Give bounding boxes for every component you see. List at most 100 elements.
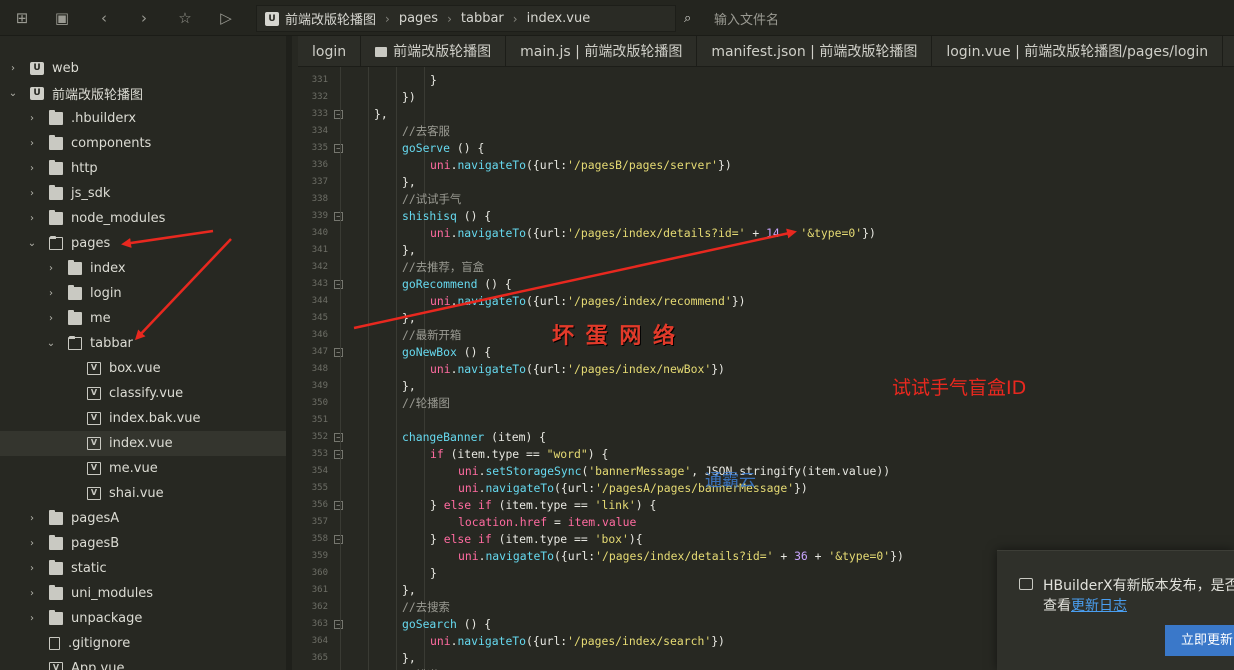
code-line[interactable]: },	[374, 106, 388, 123]
code-line[interactable]: goServe () {	[402, 140, 484, 157]
code-line[interactable]: //去推荐，盲盒	[402, 259, 484, 276]
search-input[interactable]: 输入文件名	[714, 9, 779, 28]
code-line[interactable]: },	[402, 582, 416, 599]
tree-item[interactable]: › pagesB	[0, 531, 286, 556]
chevron-right-icon[interactable]: ›	[46, 313, 56, 324]
code-line[interactable]: uni.setStorageSync('bannerMessage', JSON…	[458, 463, 890, 480]
editor-tab[interactable]: login.vue | 前端改版轮播图/pages/login	[932, 36, 1224, 66]
back-icon[interactable]: ‹	[94, 8, 114, 28]
tree-item[interactable]: › unpackage	[0, 606, 286, 631]
chevron-right-icon[interactable]: ›	[27, 563, 37, 574]
chevron-right-icon[interactable]: ›	[27, 588, 37, 599]
chevron-down-icon[interactable]: ⌄	[27, 238, 37, 249]
chevron-right-icon[interactable]: ›	[46, 263, 56, 274]
code-line[interactable]: //试试手气	[402, 191, 461, 208]
tree-item[interactable]: › uni_modules	[0, 581, 286, 606]
code-line[interactable]: //去搜索	[402, 599, 450, 616]
tree-item[interactable]: Vshai.vue	[0, 481, 286, 506]
fold-toggle-icon[interactable]: −	[334, 110, 343, 119]
breadcrumb-item[interactable]: 前端改版轮播图	[285, 9, 376, 28]
star-icon[interactable]: ☆	[175, 8, 195, 28]
tree-item[interactable]: › me	[0, 306, 286, 331]
fold-toggle-icon[interactable]: −	[334, 144, 343, 153]
chevron-down-icon[interactable]: ⌄	[8, 88, 18, 99]
code-line[interactable]: },	[402, 378, 416, 395]
fold-toggle-icon[interactable]: −	[334, 348, 343, 357]
code-line[interactable]: },	[402, 242, 416, 259]
editor-tab[interactable]: login	[298, 36, 362, 66]
tree-item[interactable]: Vindex.vue	[0, 431, 286, 456]
tree-item[interactable]: › index	[0, 256, 286, 281]
code-line[interactable]: //最新开箱	[402, 327, 461, 344]
tree-item[interactable]: ⌄ pages	[0, 231, 286, 256]
chevron-right-icon[interactable]: ›	[8, 63, 18, 74]
code-line[interactable]: location.href = item.value	[458, 514, 636, 531]
tree-item[interactable]: ⌄ U 前端改版轮播图	[0, 81, 286, 106]
code-line[interactable]: } else if (item.type == 'box'){	[430, 531, 643, 548]
code-line[interactable]: uni.navigateTo({url:'/pages/index/recomm…	[430, 293, 745, 310]
tree-item[interactable]: Vbox.vue	[0, 356, 286, 381]
run-icon[interactable]: ▷	[216, 8, 236, 28]
fold-toggle-icon[interactable]: −	[334, 535, 343, 544]
tree-item[interactable]: ⌄ tabbar	[0, 331, 286, 356]
chevron-right-icon[interactable]: ›	[46, 288, 56, 299]
code-line[interactable]: },	[402, 650, 416, 667]
code-line[interactable]: })	[402, 89, 416, 106]
chevron-right-icon[interactable]: ›	[27, 213, 37, 224]
code-line[interactable]: },	[402, 174, 416, 191]
editor-tab[interactable]: in	[1223, 36, 1234, 66]
file-search[interactable]: ⌕ 输入文件名	[680, 5, 1234, 32]
code-line[interactable]: },	[402, 310, 416, 327]
tree-item[interactable]: › static	[0, 556, 286, 581]
code-line[interactable]: goRecommend () {	[402, 276, 512, 293]
fold-toggle-icon[interactable]: −	[334, 433, 343, 442]
tree-item[interactable]: Vclassify.vue	[0, 381, 286, 406]
code-line[interactable]: if (item.type == "word") {	[430, 446, 608, 463]
chevron-right-icon[interactable]: ›	[27, 513, 37, 524]
new-file-icon[interactable]: ⊞	[12, 8, 32, 28]
code-line[interactable]: shishisq () {	[402, 208, 491, 225]
code-line[interactable]: uni.navigateTo({url:'/pages/index/newBox…	[430, 361, 725, 378]
code-line[interactable]: }	[430, 72, 437, 89]
tree-item[interactable]: › Uweb	[0, 56, 286, 81]
chevron-right-icon[interactable]: ›	[27, 538, 37, 549]
tree-item[interactable]: › .hbuilderx	[0, 106, 286, 131]
chevron-right-icon[interactable]: ›	[27, 113, 37, 124]
fold-toggle-icon[interactable]: −	[334, 620, 343, 629]
chevron-right-icon[interactable]: ›	[27, 613, 37, 624]
tree-item[interactable]: › http	[0, 156, 286, 181]
code-line[interactable]: uni.navigateTo({url:'/pages/index/detail…	[430, 225, 876, 242]
changelog-link[interactable]: 更新日志	[1071, 598, 1127, 614]
breadcrumb-item[interactable]: tabbar	[461, 11, 504, 26]
tree-item[interactable]: Vindex.bak.vue	[0, 406, 286, 431]
editor-tab[interactable]: 前端改版轮播图	[361, 36, 507, 66]
chevron-right-icon[interactable]: ›	[27, 188, 37, 199]
fold-toggle-icon[interactable]: −	[334, 212, 343, 221]
chevron-right-icon[interactable]: ›	[27, 163, 37, 174]
editor-tab[interactable]: manifest.json | 前端改版轮播图	[697, 36, 933, 66]
forward-icon[interactable]: ›	[134, 8, 154, 28]
fold-toggle-icon[interactable]: −	[334, 280, 343, 289]
fold-toggle-icon[interactable]: −	[334, 501, 343, 510]
chevron-down-icon[interactable]: ⌄	[46, 338, 56, 349]
fold-toggle-icon[interactable]: −	[334, 450, 343, 459]
chevron-right-icon[interactable]: ›	[27, 138, 37, 149]
tree-item[interactable]: › login	[0, 281, 286, 306]
update-now-button[interactable]: 立即更新	[1165, 625, 1234, 656]
tree-item[interactable]: › node_modules	[0, 206, 286, 231]
save-icon[interactable]: ▣	[52, 8, 72, 28]
breadcrumb-item[interactable]: index.vue	[527, 11, 591, 26]
tree-item[interactable]: V App.vue	[0, 656, 286, 670]
editor-tab[interactable]: main.js | 前端改版轮播图	[506, 36, 698, 66]
breadcrumb-item[interactable]: pages	[399, 11, 438, 26]
tree-item[interactable]: Vme.vue	[0, 456, 286, 481]
code-line[interactable]: goNewBox () {	[402, 344, 491, 361]
code-line[interactable]: changeBanner (item) {	[402, 429, 546, 446]
tree-item[interactable]: › pagesA	[0, 506, 286, 531]
code-line[interactable]: }	[430, 565, 437, 582]
code-line[interactable]: uni.navigateTo({url:'/pages/index/detail…	[458, 548, 904, 565]
tree-item[interactable]: .gitignore	[0, 631, 286, 656]
code-line[interactable]: uni.navigateTo({url:'/pagesB/pages/serve…	[430, 157, 732, 174]
tree-item[interactable]: › js_sdk	[0, 181, 286, 206]
code-line[interactable]: uni.navigateTo({url:'/pages/index/search…	[430, 633, 725, 650]
